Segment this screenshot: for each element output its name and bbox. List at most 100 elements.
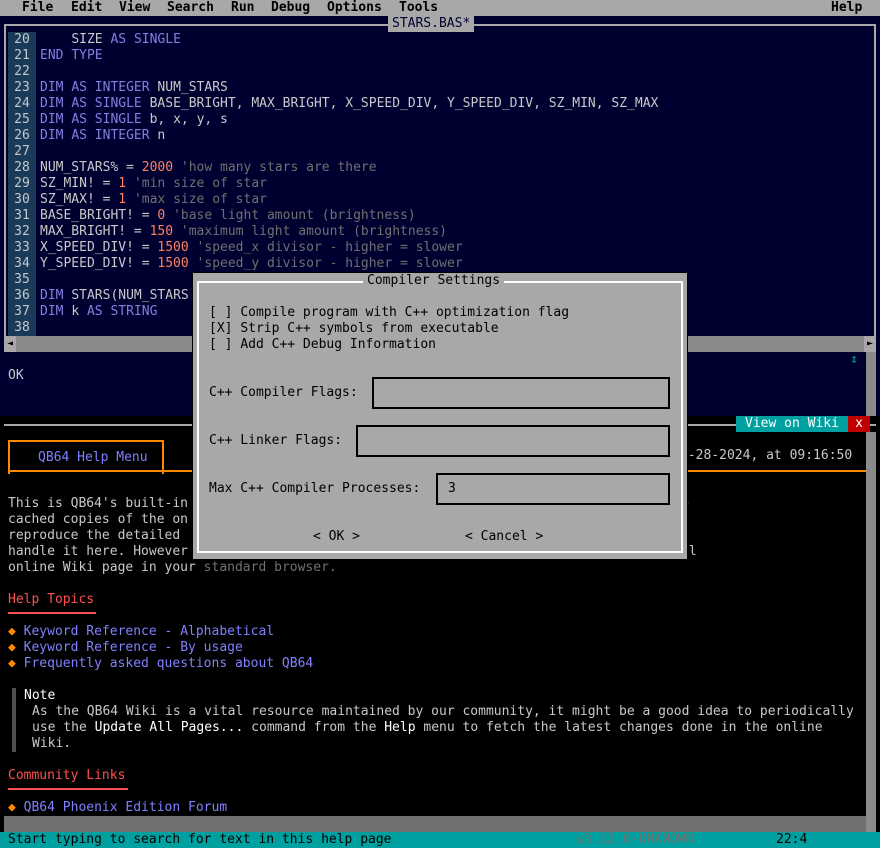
help-vscroll[interactable] — [866, 432, 876, 832]
menu-help[interactable]: Help — [831, 0, 862, 16]
update-all-pages-ref: Update All Pages... — [94, 720, 244, 735]
list-item: ◆ QB64 Phoenix Edition Forum — [8, 800, 227, 816]
note-text: use the Update All Pages... command from… — [32, 720, 823, 735]
link-faq[interactable]: Frequently asked questions about QB64 — [24, 656, 314, 671]
code-line: SIZE AS SINGLE — [71, 32, 181, 47]
code-line: SZ_MAX! = 1 'max size of star — [40, 192, 267, 207]
optimization-checkbox[interactable]: [ ] Compile program with C++ optimizatio… — [209, 305, 569, 321]
code-line: NUM_STARS% = 2000 'how many stars are th… — [40, 160, 377, 175]
list-item: ◆ Frequently asked questions about QB64 — [8, 656, 313, 672]
link-keyword-alphabetical[interactable]: Keyword Reference - Alphabetical — [24, 624, 274, 639]
menu-file[interactable]: File — [22, 0, 53, 16]
code-line: END TYPE — [40, 48, 103, 63]
line-number: 38 — [14, 320, 30, 335]
help-menu-ref: Help — [384, 720, 416, 735]
menu-tools[interactable]: Tools — [399, 0, 438, 16]
debug-info-checkbox[interactable]: [ ] Add C++ Debug Information — [209, 337, 436, 353]
note-text: As the QB64 Wiki is a vital resource mai… — [32, 704, 854, 719]
help-intro-line: online Wiki page in your standard browse… — [8, 560, 337, 576]
note-text: Wiki. — [32, 736, 72, 751]
editor-frame-right — [874, 24, 876, 350]
scroll-left-icon[interactable]: ◄ — [4, 336, 16, 352]
note-title: Note — [24, 688, 56, 703]
help-intro-text: online Wiki page in your — [8, 560, 204, 575]
close-help-button[interactable]: x — [848, 416, 870, 432]
line-number: 20 — [14, 32, 30, 47]
compiler-flags-label: C++ Compiler Flags: — [209, 385, 358, 400]
compiler-flags-field[interactable] — [372, 377, 670, 409]
help-menu-tab[interactable]: QB64 Help Menu — [8, 440, 164, 474]
cursor-position: 22:4 — [776, 832, 808, 847]
line-number: 22 — [14, 64, 30, 79]
linker-flags-label: C++ Linker Flags: — [209, 433, 343, 448]
list-item: ◆ Keyword Reference - Alphabetical — [8, 624, 274, 640]
code-line: SZ_MIN! = 1 'min size of star — [40, 176, 267, 191]
line-number: 34 — [14, 256, 30, 271]
status-bar: Start typing to search for text in this … — [0, 832, 880, 848]
community-links-underline — [8, 788, 128, 790]
menu-options[interactable]: Options — [327, 0, 382, 16]
resize-arrows-icon[interactable]: ↕ — [846, 352, 862, 368]
max-processes-label: Max C++ Compiler Processes: — [209, 481, 421, 496]
bullet-icon: ◆ — [8, 656, 24, 671]
compile-status-text: OK — [8, 368, 24, 383]
menu-view[interactable]: View — [119, 0, 150, 16]
line-number: 26 — [14, 128, 30, 143]
compiler-settings-dialog: Compiler Settings [ ] Compile program wi… — [192, 272, 688, 560]
dialog-title: Compiler Settings — [363, 273, 505, 289]
code-line: Y_SPEED_DIV! = 1500 'speed_y divisor - h… — [40, 256, 463, 271]
line-number: 30 — [14, 192, 30, 207]
code-line: X_SPEED_DIV! = 1500 'speed_x divisor - h… — [40, 240, 463, 255]
status-vscroll[interactable] — [866, 352, 876, 416]
line-number: 33 — [14, 240, 30, 255]
bullet-icon: ◆ — [8, 800, 24, 815]
view-on-wiki-button[interactable]: View on Wiki — [736, 416, 848, 432]
cancel-button[interactable]: < Cancel > — [465, 529, 543, 545]
note-bar — [12, 688, 16, 752]
editor-frame-left — [4, 24, 6, 350]
code-line: DIM AS INTEGER n — [40, 128, 166, 143]
line-number: 24 — [14, 96, 30, 111]
editor-title: STARS.BAS* — [388, 16, 475, 32]
community-links-heading: Community Links — [8, 768, 126, 783]
help-topics-underline — [8, 612, 96, 614]
line-number: 28 — [14, 160, 30, 175]
bullet-icon: ◆ — [8, 640, 24, 655]
code-line: DIM STARS(NUM_STARS — [40, 288, 189, 303]
line-number: 29 — [14, 176, 30, 191]
line-number: 27 — [14, 144, 30, 159]
standard-browser-text: standard browser. — [203, 560, 337, 575]
menu-search[interactable]: Search — [167, 0, 214, 16]
line-number: 25 — [14, 112, 30, 127]
help-topics-heading: Help Topics — [8, 592, 95, 607]
line-number: 35 — [14, 272, 30, 287]
code-line: DIM AS SINGLE BASE_BRIGHT, MAX_BRIGHT, X… — [40, 96, 659, 111]
line-number: 32 — [14, 224, 30, 239]
code-line: DIM AS SINGLE b, x, y, s — [40, 112, 228, 127]
code-line: BASE_BRIGHT! = 0 'base light amount (bri… — [40, 208, 416, 223]
help-hscroll[interactable] — [4, 816, 866, 832]
help-page-date: 3-28-2024, at 09:16:50 — [680, 448, 853, 463]
ok-button[interactable]: < OK > — [313, 529, 360, 545]
menu-run[interactable]: Run — [231, 0, 254, 16]
code-line: MAX_BRIGHT! = 150 'maximum light amount … — [40, 224, 447, 239]
line-number: 21 — [14, 48, 30, 63]
line-number: 23 — [14, 80, 30, 95]
line-number: 36 — [14, 288, 30, 303]
code-line: DIM AS INTEGER NUM_STARS — [40, 80, 228, 95]
line-number: 31 — [14, 208, 30, 223]
strip-symbols-checkbox[interactable]: [X] Strip C++ symbols from executable — [209, 321, 499, 337]
list-item: ◆ Keyword Reference - By usage — [8, 640, 243, 656]
code-line: DIM k AS STRING — [40, 304, 158, 319]
status-hint: Start typing to search for text in this … — [8, 832, 392, 847]
link-keyword-usage[interactable]: Keyword Reference - By usage — [24, 640, 243, 655]
menu-edit[interactable]: Edit — [71, 0, 102, 16]
link-forum[interactable]: QB64 Phoenix Edition Forum — [24, 800, 228, 815]
bullet-icon: ◆ — [8, 624, 24, 639]
max-processes-field[interactable]: 3 — [436, 473, 670, 505]
menu-bar: File Edit View Search Run Debug Options … — [0, 0, 880, 16]
menu-debug[interactable]: Debug — [271, 0, 310, 16]
line-number: 37 — [14, 304, 30, 319]
scroll-right-icon[interactable]: ► — [864, 336, 876, 352]
linker-flags-field[interactable] — [356, 425, 670, 457]
